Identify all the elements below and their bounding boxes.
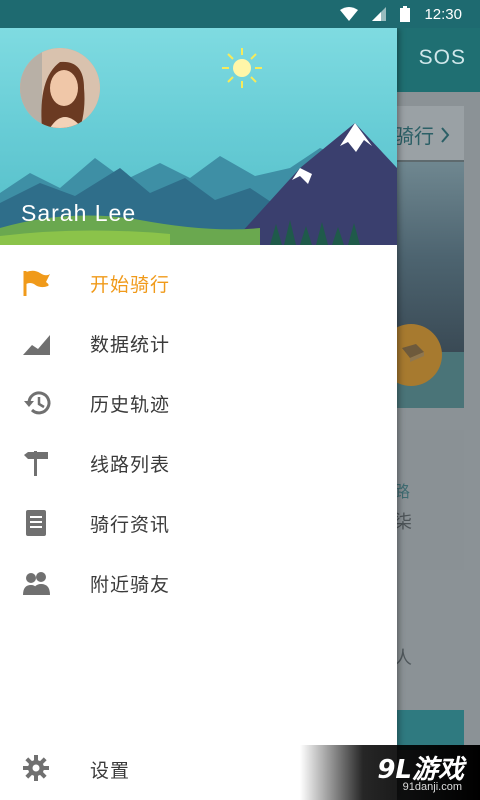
menu-item-history[interactable]: 历史轨迹 xyxy=(0,373,397,433)
background-card: 骑行 xyxy=(380,106,464,408)
card-title: 骑行 xyxy=(394,120,450,149)
menu-item-start-ride[interactable]: 开始骑行 xyxy=(0,253,397,313)
watermark: 9L游戏 91danji.com xyxy=(300,745,480,800)
menu-item-label: 数据统计 xyxy=(90,334,171,356)
flag-icon xyxy=(23,270,50,296)
people-icon xyxy=(23,572,50,595)
menu-item-label: 开始骑行 xyxy=(90,274,171,296)
sos-button[interactable]: SOS xyxy=(419,46,466,70)
menu-item-label: 骑行资讯 xyxy=(90,514,171,536)
card-image xyxy=(388,162,464,352)
drawer-header: Sarah Lee xyxy=(0,28,397,245)
gear-icon xyxy=(23,755,49,781)
menu-item-label: 线路列表 xyxy=(90,454,171,476)
background-card: 路 柒 xyxy=(388,430,464,570)
document-icon xyxy=(26,510,46,536)
battery-icon xyxy=(400,6,411,22)
signpost-icon xyxy=(24,451,48,476)
menu-item-nearby-riders[interactable]: 附近骑友 xyxy=(0,553,397,613)
wifi-icon xyxy=(340,7,359,21)
watermark-site: 91danji.com xyxy=(402,781,462,793)
chart-area-icon xyxy=(23,335,50,355)
status-time: 12:30 xyxy=(424,5,462,23)
user-name: Sarah Lee xyxy=(21,200,137,226)
navigation-drawer: Sarah Lee 开始骑行 数据统计 历史轨迹 线路列表 骑行资讯 附近骑友 … xyxy=(0,28,397,800)
menu-item-label: 设置 xyxy=(90,760,131,782)
menu-item-label: 历史轨迹 xyxy=(90,394,171,416)
chevron-right-icon xyxy=(441,127,450,143)
menu-item-routes[interactable]: 线路列表 xyxy=(0,433,397,493)
sun-icon xyxy=(222,48,262,88)
menu-item-statistics[interactable]: 数据统计 xyxy=(0,313,397,373)
status-bar: 12:30 xyxy=(0,0,480,28)
avatar-photo xyxy=(20,48,100,128)
avatar[interactable] xyxy=(20,48,100,128)
signal-icon xyxy=(372,7,387,21)
menu-item-news[interactable]: 骑行资讯 xyxy=(0,493,397,553)
book-icon xyxy=(402,344,424,362)
menu-item-label: 附近骑友 xyxy=(90,574,171,596)
history-icon xyxy=(24,391,51,415)
